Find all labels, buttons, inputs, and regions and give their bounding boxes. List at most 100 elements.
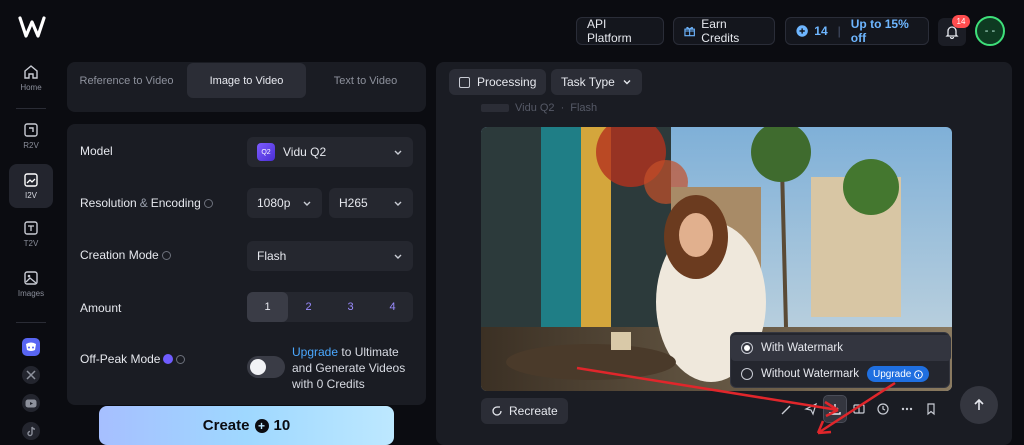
nav-t2v[interactable]: T2V bbox=[9, 212, 53, 256]
home-icon bbox=[24, 65, 38, 79]
processing-label: Processing bbox=[477, 75, 537, 89]
nav-r2v[interactable]: R2V bbox=[9, 114, 53, 158]
creation-mode-select[interactable]: Flash bbox=[247, 241, 413, 271]
info-icon bbox=[914, 369, 924, 379]
avatar[interactable]: - - bbox=[975, 16, 1005, 46]
task-meta: Vidu Q2 · Flash bbox=[481, 101, 597, 115]
credits-offer-button[interactable]: 14 | Up to 15% off bbox=[785, 17, 929, 45]
without-watermark-option[interactable]: Without Watermark Upgrade bbox=[731, 361, 951, 387]
creation-mode-value: Flash bbox=[257, 249, 287, 263]
encoding-value: H265 bbox=[339, 196, 368, 210]
without-watermark-label: Without Watermark bbox=[761, 368, 859, 380]
chevron-down-icon bbox=[303, 201, 311, 206]
with-watermark-option[interactable]: With Watermark bbox=[731, 335, 951, 361]
nav-i2v[interactable]: I2V bbox=[9, 164, 53, 208]
resolution-label-a: Resolution bbox=[80, 196, 137, 210]
toggle-knob bbox=[250, 359, 266, 375]
recreate-label: Recreate bbox=[509, 404, 558, 418]
more-icon[interactable] bbox=[896, 396, 918, 422]
processing-checkbox[interactable] bbox=[459, 76, 470, 88]
amount-option-2[interactable]: 2 bbox=[288, 292, 329, 322]
discord-icon[interactable] bbox=[22, 338, 40, 356]
bookmark-icon[interactable] bbox=[920, 396, 942, 422]
earn-credits-button[interactable]: Earn Credits bbox=[673, 17, 775, 45]
edit-icon[interactable] bbox=[776, 396, 798, 422]
nav-images-label: Images bbox=[17, 289, 45, 298]
ghost-model: Vidu Q2 bbox=[515, 102, 555, 114]
result-panel: Processing Task Type Vidu Q2 · Flash Wit… bbox=[436, 62, 1012, 445]
vidu-model-icon: Q2 bbox=[257, 143, 275, 161]
send-icon[interactable] bbox=[800, 396, 822, 422]
settings-form: Model Q2 Vidu Q2 Resolution & Encoding 1… bbox=[67, 124, 426, 405]
nav-images[interactable]: Images bbox=[9, 262, 53, 306]
api-platform-button[interactable]: API Platform bbox=[576, 17, 664, 45]
with-watermark-radio[interactable] bbox=[741, 342, 753, 354]
create-label: Create bbox=[202, 417, 250, 434]
amount-option-1[interactable]: 1 bbox=[247, 292, 288, 322]
model-label: Model bbox=[80, 144, 113, 158]
api-platform-label: API Platform bbox=[587, 17, 632, 45]
upgrade-link[interactable]: Upgrade bbox=[292, 345, 338, 359]
plus-circle-icon bbox=[796, 25, 808, 37]
vidu-logo[interactable] bbox=[18, 14, 46, 40]
youtube-icon[interactable] bbox=[22, 394, 40, 412]
rail-divider bbox=[16, 322, 46, 323]
nav-r2v-label: R2V bbox=[23, 141, 39, 150]
encoding-select[interactable]: H265 bbox=[329, 188, 413, 218]
recreate-button[interactable]: Recreate bbox=[481, 398, 568, 424]
x-icon[interactable] bbox=[22, 366, 40, 384]
tab-text-to-video[interactable]: Text to Video bbox=[306, 63, 425, 98]
t2v-icon bbox=[24, 221, 38, 235]
chevron-down-icon bbox=[623, 80, 631, 85]
notification-badge: 14 bbox=[952, 15, 970, 28]
credits-count: 14 bbox=[814, 24, 828, 38]
chevron-down-icon bbox=[394, 254, 402, 259]
creation-mode-label-text: Creation Mode bbox=[80, 248, 159, 262]
upgrade-tag-label: Upgrade bbox=[872, 368, 912, 380]
tiktok-icon[interactable] bbox=[22, 422, 40, 440]
amount-option-4[interactable]: 4 bbox=[372, 292, 413, 322]
resolution-label-b: Encoding bbox=[150, 196, 201, 210]
tab-reference-to-video[interactable]: Reference to Video bbox=[67, 63, 186, 98]
download-icon[interactable] bbox=[823, 395, 847, 423]
nav-i2v-label: I2V bbox=[24, 191, 37, 200]
off-peak-label-text: Off-Peak Mode bbox=[80, 352, 161, 366]
amount-option-3[interactable]: 3 bbox=[330, 292, 371, 322]
resolution-select[interactable]: 1080p bbox=[247, 188, 322, 218]
tab-image-to-video[interactable]: Image to Video bbox=[187, 63, 306, 98]
nav-home[interactable]: Home bbox=[9, 56, 53, 100]
info-icon[interactable] bbox=[203, 198, 213, 208]
create-button[interactable]: Create + 10 bbox=[99, 406, 394, 445]
model-value: Vidu Q2 bbox=[283, 145, 327, 159]
off-peak-toggle[interactable] bbox=[247, 356, 285, 378]
app: Home R2V I2V T2V Images API Platform Ear… bbox=[0, 0, 1024, 445]
model-select[interactable]: Q2 Vidu Q2 bbox=[247, 137, 413, 167]
chevron-down-icon bbox=[394, 201, 402, 206]
premium-gem-icon bbox=[163, 354, 174, 364]
upgrade-tag[interactable]: Upgrade bbox=[866, 366, 930, 382]
credit-plus-icon: + bbox=[254, 418, 269, 433]
history-icon[interactable] bbox=[872, 396, 894, 422]
create-cost: 10 bbox=[273, 417, 291, 434]
recreate-icon bbox=[492, 406, 502, 416]
resolution-value: 1080p bbox=[257, 196, 291, 210]
scroll-top-button[interactable] bbox=[960, 386, 998, 424]
without-watermark-radio[interactable] bbox=[741, 368, 753, 380]
rail-divider bbox=[16, 108, 46, 109]
nav-home-label: Home bbox=[20, 83, 42, 92]
off-peak-label: Off-Peak Mode bbox=[80, 352, 186, 366]
earn-credits-label: Earn Credits bbox=[701, 17, 740, 45]
task-type-label: Task Type bbox=[561, 75, 615, 89]
credits-offer: Up to 15% off bbox=[850, 17, 909, 45]
nav-t2v-label: T2V bbox=[23, 239, 39, 248]
creation-mode-label: Creation Mode bbox=[80, 248, 171, 262]
info-icon[interactable] bbox=[161, 250, 171, 260]
result-actions bbox=[776, 395, 942, 423]
r2v-icon bbox=[24, 123, 38, 137]
processing-filter[interactable]: Processing bbox=[449, 69, 547, 95]
amount-label-text: Amount bbox=[80, 301, 122, 315]
task-type-dropdown[interactable]: Task Type bbox=[551, 69, 642, 95]
off-peak-description: Upgrade to Ultimate and Generate Videos … bbox=[292, 344, 417, 392]
compare-icon[interactable] bbox=[848, 396, 870, 422]
info-icon[interactable] bbox=[176, 354, 186, 364]
